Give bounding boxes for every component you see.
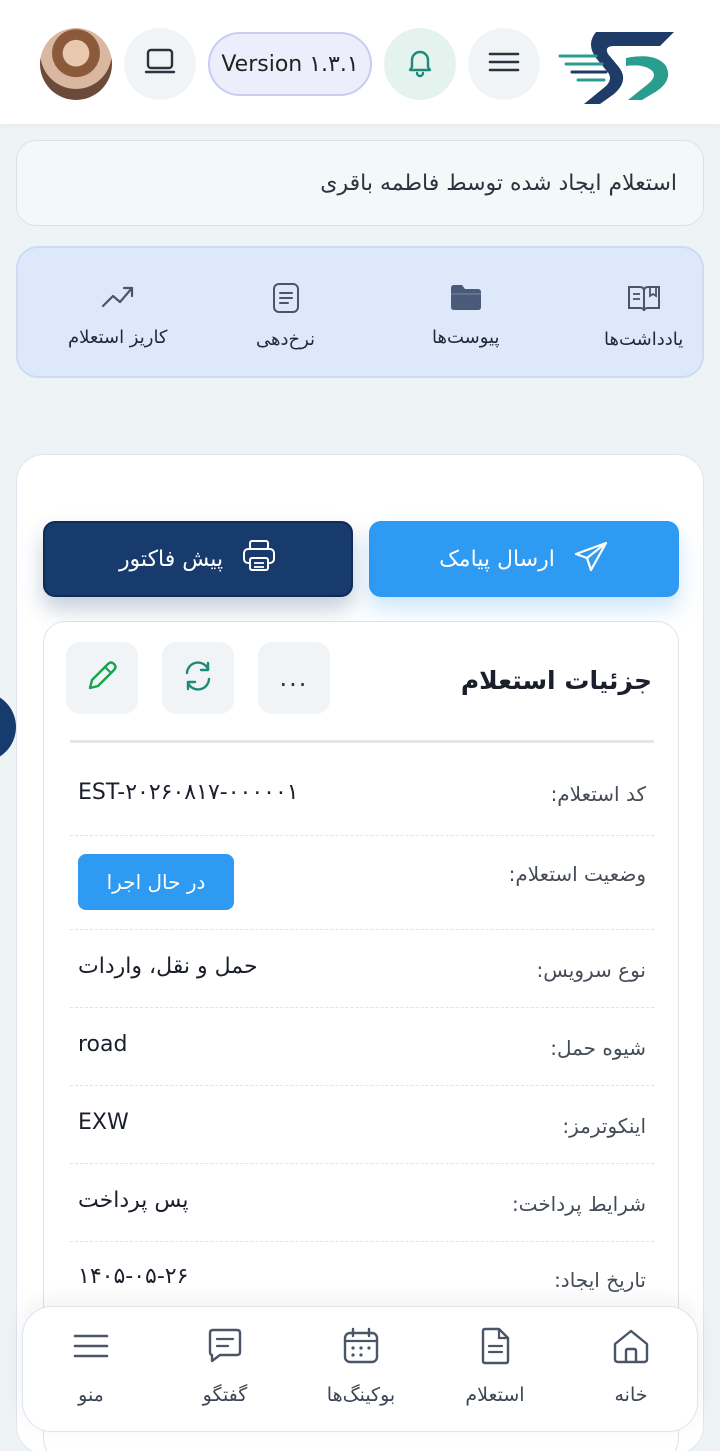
- send-sms-button[interactable]: ارسال پیامک: [369, 521, 679, 597]
- laptop-button[interactable]: [124, 28, 196, 100]
- avatar[interactable]: [40, 28, 112, 100]
- detail-label: شرایط پرداخت:: [511, 1192, 646, 1216]
- refresh-button[interactable]: [162, 642, 234, 714]
- detail-label: وضعیت استعلام:: [508, 862, 646, 886]
- hamburger-icon: [72, 1327, 110, 1370]
- quick-action-notes-label: یادداشت‌ها: [604, 329, 684, 350]
- version-badge: Version ۱.۳.۱: [208, 32, 372, 96]
- nav-menu[interactable]: منو: [31, 1327, 151, 1406]
- folder-icon: [449, 282, 483, 317]
- bottom-navigation: خانه استعلام: [22, 1306, 698, 1432]
- inquiry-card: ارسال پیامک پیش فاکتور جزئیات استعلام ..…: [16, 454, 704, 1451]
- detail-label: کد استعلام:: [550, 782, 646, 806]
- pencil-icon: [84, 658, 120, 698]
- detail-label: اینکوترمز:: [562, 1114, 646, 1138]
- proforma-invoice-button[interactable]: پیش فاکتور: [43, 521, 353, 597]
- notifications-button[interactable]: [384, 28, 456, 100]
- details-divider: [70, 740, 654, 743]
- trending-up-icon: [100, 282, 136, 317]
- laptop-icon: [143, 47, 177, 81]
- more-options-button[interactable]: ...: [258, 642, 330, 714]
- document-list-icon: [271, 282, 301, 319]
- detail-row-shipping-method: شیوه حمل: road: [70, 1008, 654, 1086]
- nav-home[interactable]: خانه: [571, 1327, 691, 1406]
- quick-action-attachments-label: پیوست‌ها: [432, 327, 500, 348]
- app-header: Version ۱.۳.۱: [0, 0, 720, 124]
- home-icon: [611, 1327, 651, 1370]
- nav-inquiry[interactable]: استعلام: [435, 1327, 555, 1406]
- inquiry-code-value: EST-۲۰۲۶۰۸۱۷-۰۰۰۰۰۱: [78, 780, 299, 805]
- printer-icon: [241, 539, 277, 579]
- payment-terms-value: پس پرداخت: [78, 1188, 189, 1213]
- nav-menu-label: منو: [78, 1384, 104, 1406]
- proforma-label: پیش فاکتور: [118, 546, 224, 572]
- hamburger-icon: [488, 50, 520, 78]
- created-date-value: ۱۴۰۵-۰۵-۲۶: [78, 1264, 189, 1289]
- nav-bookings[interactable]: بوکینگ‌ها: [301, 1327, 421, 1406]
- detail-row-payment-terms: شرایط پرداخت: پس پرداخت: [70, 1164, 654, 1242]
- calendar-icon: [342, 1327, 380, 1370]
- created-by-banner: استعلام ایجاد شده توسط فاطمه باقری: [16, 140, 704, 226]
- status-badge: در حال اجرا: [78, 854, 234, 910]
- nav-chat-label: گفتگو: [202, 1384, 248, 1406]
- shipping-method-value: road: [78, 1032, 128, 1057]
- banner-text: استعلام ایجاد شده توسط فاطمه باقری: [320, 170, 677, 196]
- paper-plane-icon: [573, 540, 609, 578]
- nav-inquiry-label: استعلام: [465, 1384, 525, 1406]
- app-logo[interactable]: [556, 22, 680, 106]
- bell-icon: [403, 45, 437, 83]
- menu-button[interactable]: [468, 28, 540, 100]
- detail-row-status: وضعیت استعلام: در حال اجرا: [70, 836, 654, 930]
- incoterms-value: EXW: [78, 1110, 129, 1135]
- detail-row-code: کد استعلام: EST-۲۰۲۶۰۸۱۷-۰۰۰۰۰۱: [70, 758, 654, 836]
- details-title: جزئیات استعلام: [460, 666, 652, 695]
- service-type-value: حمل و نقل، واردات: [78, 954, 258, 979]
- quick-action-pricing[interactable]: نرخ‌دهی: [256, 282, 315, 350]
- quick-action-pricing-label: نرخ‌دهی: [256, 329, 316, 350]
- detail-row-service-type: نوع سرویس: حمل و نقل، واردات: [70, 930, 654, 1008]
- detail-label: تاریخ ایجاد:: [554, 1268, 646, 1292]
- quick-action-attachments[interactable]: پیوست‌ها: [432, 282, 499, 348]
- detail-row-incoterms: اینکوترمز: EXW: [70, 1086, 654, 1164]
- chat-icon: [206, 1327, 244, 1370]
- quick-actions-panel: یادداشت‌ها پیوست‌ها نرخ‌دهی: [16, 246, 704, 378]
- more-icon: ...: [279, 664, 309, 692]
- refresh-icon: [181, 659, 215, 697]
- detail-label: شیوه حمل:: [550, 1036, 646, 1060]
- detail-label: نوع سرویس:: [536, 958, 646, 982]
- document-icon: [478, 1327, 512, 1370]
- nav-chat[interactable]: گفتگو: [165, 1327, 285, 1406]
- quick-action-timeline-label: کاریز استعلام: [68, 327, 168, 348]
- quick-action-notes[interactable]: یادداشت‌ها: [604, 282, 683, 350]
- book-icon: [626, 282, 662, 319]
- nav-home-label: خانه: [614, 1384, 648, 1406]
- side-drawer-handle[interactable]: [0, 692, 16, 762]
- nav-bookings-label: بوکینگ‌ها: [326, 1384, 396, 1406]
- send-sms-label: ارسال پیامک: [439, 546, 555, 572]
- edit-button[interactable]: [66, 642, 138, 714]
- quick-action-timeline[interactable]: کاریز استعلام: [68, 282, 168, 348]
